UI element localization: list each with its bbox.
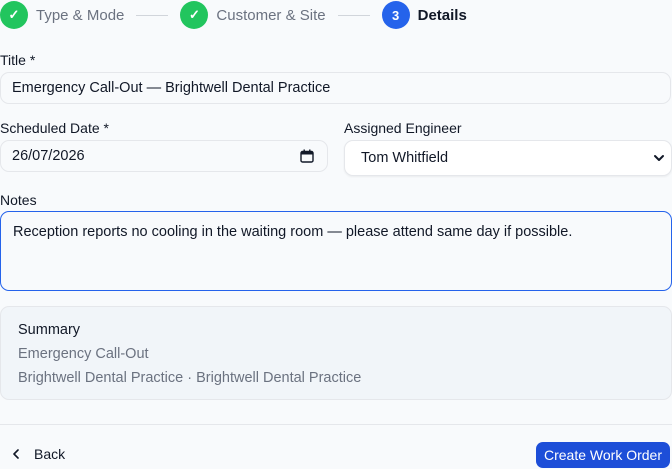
- step-connector: [337, 14, 370, 16]
- title-label: Title *: [0, 52, 36, 68]
- notes-value: Reception reports no cooling in the wait…: [13, 224, 573, 240]
- scheduled-date-input[interactable]: 26/07/2026: [0, 140, 328, 172]
- create-work-order-button[interactable]: Create Work Order: [536, 442, 670, 468]
- title-value: Emergency Call-Out — Brightwell Dental P…: [12, 80, 331, 96]
- step-label: Customer & Site: [216, 6, 326, 24]
- assigned-engineer-value: Tom Whitfield: [361, 150, 449, 166]
- work-order-details-step: ✓ Type & Mode ✓ Customer & Site 3 Detail…: [0, 0, 672, 469]
- back-button[interactable]: Back: [0, 442, 65, 466]
- step-type-mode[interactable]: ✓ Type & Mode: [0, 1, 124, 29]
- create-work-order-label: Create Work Order: [544, 447, 662, 463]
- title-input[interactable]: Emergency Call-Out — Brightwell Dental P…: [0, 72, 671, 104]
- scheduled-date-label: Scheduled Date *: [0, 120, 109, 136]
- summary-work-type: Emergency Call-Out: [18, 346, 149, 362]
- summary-title: Summary: [18, 322, 81, 338]
- calendar-icon[interactable]: [300, 149, 314, 167]
- step-number: 3: [381, 1, 410, 29]
- step-connector: [136, 14, 169, 16]
- footer-divider: [0, 424, 672, 425]
- chevron-down-icon: [653, 152, 665, 168]
- chevron-left-icon: [12, 446, 20, 462]
- step-label: Type & Mode: [36, 6, 125, 24]
- scheduled-date-value: 26/07/2026: [12, 148, 85, 164]
- summary-customer-site: Brightwell Dental Practice · Brightwell …: [18, 370, 362, 386]
- step-details: 3 Details: [381, 1, 467, 29]
- progress-stepper: ✓ Type & Mode ✓ Customer & Site 3 Detail…: [0, 0, 467, 30]
- assigned-engineer-label: Assigned Engineer: [344, 120, 462, 136]
- step-label: Details: [417, 6, 467, 24]
- notes-label: Notes: [0, 192, 37, 208]
- step-complete-check-icon: ✓: [0, 1, 28, 29]
- summary-card: Summary Emergency Call-Out Brightwell De…: [0, 306, 672, 400]
- assigned-engineer-select[interactable]: Tom Whitfield: [344, 140, 672, 176]
- step-customer-site[interactable]: ✓ Customer & Site: [180, 1, 326, 29]
- notes-textarea[interactable]: Reception reports no cooling in the wait…: [0, 211, 672, 291]
- step-complete-check-icon: ✓: [180, 1, 209, 29]
- back-label: Back: [34, 446, 66, 462]
